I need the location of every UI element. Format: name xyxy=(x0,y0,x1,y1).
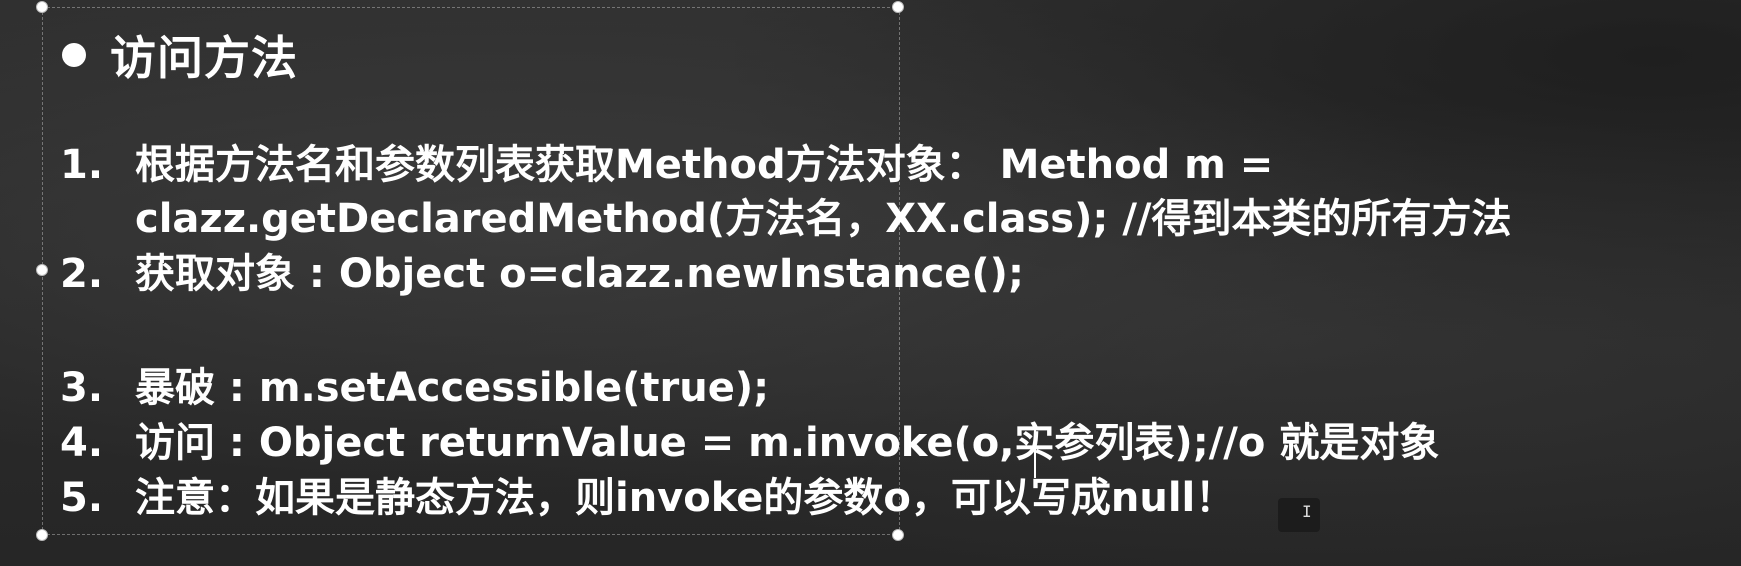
resize-handle-bottom-left[interactable] xyxy=(36,529,48,541)
list-item-text: 注意：如果是静态方法，则invoke的参数o，可以写成null！ xyxy=(135,475,1236,521)
slide-title: 访问方法 xyxy=(110,31,298,85)
list-item-text: 访问 : Object returnValue = m.invoke(o,实参列… xyxy=(135,420,1440,466)
list-item-text: 暴破 : m.setAccessible(true); xyxy=(135,365,770,411)
resize-handle-top-left[interactable] xyxy=(36,1,48,13)
list-item-number: 3. xyxy=(60,365,104,411)
text-caret xyxy=(1034,430,1036,478)
list-item-text: 获取对象 : Object o=clazz.newInstance(); xyxy=(135,251,1024,297)
list-item-text: 根据方法名和参数列表获取Method方法对象： Method m = xyxy=(135,142,1274,188)
slide-heading: 访问方法 xyxy=(62,22,298,88)
list-item-number: 4. xyxy=(60,420,104,466)
resize-handle-bottom-center[interactable] xyxy=(892,529,904,541)
list-item-text: clazz.getDeclaredMethod(方法名，XX.class); /… xyxy=(135,196,1512,242)
ibeam-cursor-icon: I xyxy=(1302,502,1312,521)
list-item-number: 5. xyxy=(60,475,104,521)
list-item-number: 1. xyxy=(60,142,104,188)
bullet-icon xyxy=(62,43,86,67)
cursor-badge xyxy=(1278,498,1320,532)
list-item-number: 2. xyxy=(60,251,104,297)
resize-handle-top-center[interactable] xyxy=(892,1,904,13)
resize-handle-middle-left[interactable] xyxy=(36,264,48,276)
